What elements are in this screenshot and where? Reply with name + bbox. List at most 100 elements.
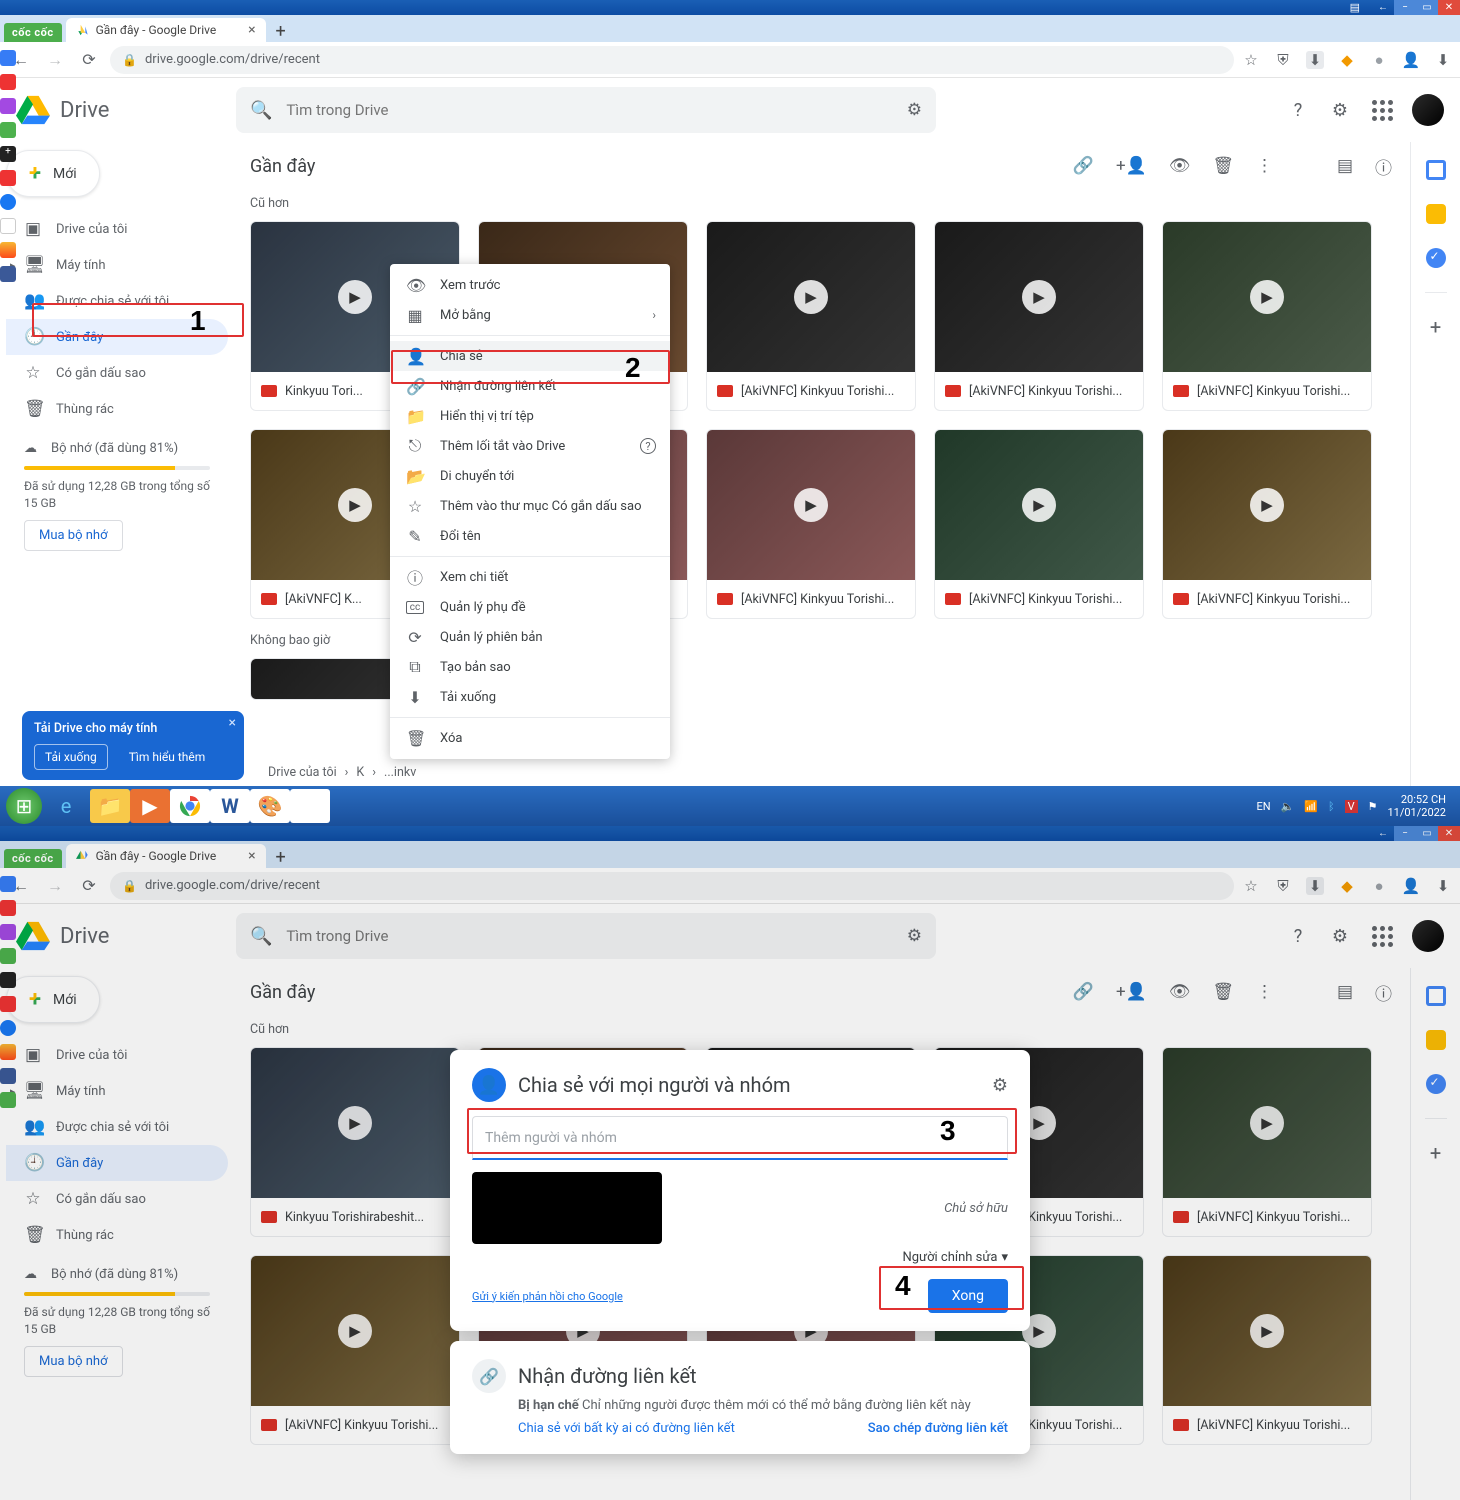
apps-icon[interactable] <box>1370 924 1394 948</box>
share-person-icon[interactable]: +👤 <box>1116 156 1147 176</box>
more-vert-icon[interactable]: ⋮ <box>1256 982 1273 1002</box>
file-card[interactable]: ▶[AkiVNFC] Kinkyuu Torishi... <box>934 221 1144 411</box>
ctx-openwith[interactable]: ▦Mở bằng› <box>390 300 670 330</box>
diamond-icon[interactable]: ◆ <box>1338 877 1356 895</box>
buy-storage-button[interactable]: Mua bộ nhớ <box>24 1346 123 1377</box>
tray-net-icon[interactable]: 📶 <box>1304 800 1318 813</box>
shortcut-icon[interactable] <box>0 218 16 234</box>
settings-gear-icon[interactable]: ⚙ <box>1328 98 1352 122</box>
shortcut-plus-icon[interactable]: + <box>0 146 16 162</box>
ctx-versions[interactable]: ⟳Quản lý phiên bản <box>390 622 670 652</box>
tray-lang[interactable]: EN <box>1256 800 1270 813</box>
file-card[interactable]: ▶Kinkyuu Torishirabeshit... <box>250 1047 460 1237</box>
ext-icon[interactable]: ● <box>1370 877 1388 895</box>
ext-icon[interactable]: ● <box>1370 51 1388 69</box>
search-input[interactable] <box>286 101 892 119</box>
ctx-details[interactable]: ⓘXem chi tiết <box>390 562 670 592</box>
file-card[interactable]: ▶[AkiVNFC] Kinkyuu Torishi... <box>706 221 916 411</box>
buy-storage-button[interactable]: Mua bộ nhớ <box>24 520 123 551</box>
forward-button[interactable]: → <box>42 47 68 73</box>
shield-icon[interactable]: ⛨ <box>1274 877 1292 895</box>
maximize-button[interactable]: ▭ <box>1416 0 1438 15</box>
sidebar-item-trash[interactable]: 🗑Thùng rác <box>6 1217 228 1253</box>
file-card[interactable]: ▶[AkiVNFC] Kinkyuu Torishi... <box>1162 429 1372 619</box>
sidebar-item-starred[interactable]: ☆Có gắn dấu sao <box>6 355 228 391</box>
reload-button[interactable]: ⟳ <box>76 873 102 899</box>
browser-tab-active[interactable]: Gần đây - Google Drive × <box>66 18 266 42</box>
url-field[interactable]: 🔒 drive.google.com/drive/recent <box>110 872 1234 900</box>
keep-icon[interactable] <box>1426 204 1446 224</box>
preview-eye-icon[interactable]: 👁 <box>1169 982 1191 1002</box>
maximize-button[interactable]: ▭ <box>1416 826 1438 841</box>
promo-learn-button[interactable]: Tìm hiểu thêm <box>118 744 217 770</box>
search-options-icon[interactable]: ⚙ <box>907 926 922 946</box>
preview-eye-icon[interactable]: 👁 <box>1169 156 1191 176</box>
download-tray-icon[interactable]: ⬇ <box>1306 877 1324 895</box>
calendar-icon[interactable] <box>1426 986 1446 1006</box>
view-list-icon[interactable]: ▤ <box>1337 982 1353 1002</box>
sidebar-item-mydrive[interactable]: ▸▣Drive của tôi <box>6 211 228 247</box>
more-vert-icon[interactable]: ⋮ <box>1256 156 1273 176</box>
profile-icon[interactable]: 👤 <box>1402 51 1420 69</box>
delete-icon[interactable]: 🗑 <box>1212 156 1234 176</box>
taskbar-chrome-icon[interactable] <box>170 789 210 823</box>
promo-close-icon[interactable]: × <box>229 715 236 731</box>
change-link-button[interactable]: Chia sẻ với bất kỳ ai có đường liên kết <box>518 1421 735 1436</box>
url-field[interactable]: 🔒 drive.google.com/drive/recent <box>110 46 1234 74</box>
tray-flag-icon[interactable]: ⚑ <box>1368 800 1378 813</box>
tasks-icon[interactable] <box>1426 248 1446 268</box>
sidebar-item-recent[interactable]: 🕘Gần đây <box>6 1145 228 1181</box>
taskbar-ie-icon[interactable]: e <box>42 789 90 823</box>
settings-gear-icon[interactable]: ⚙ <box>1328 924 1352 948</box>
tray-sound-icon[interactable]: 🔈 <box>1281 800 1295 813</box>
shortcut-icon[interactable] <box>0 122 16 138</box>
tray-v-icon[interactable]: V <box>1345 800 1358 813</box>
tray-bt-icon[interactable]: ᛒ <box>1328 800 1335 813</box>
taskbar-app-icon[interactable]: 🎨 <box>250 789 290 823</box>
shortcut-icon[interactable] <box>0 242 16 258</box>
ctx-addshortcut[interactable]: ⎋Thêm lối tắt vào Drive? <box>390 431 670 461</box>
arrow-icon[interactable]: ← <box>1372 0 1394 15</box>
addons-plus-icon[interactable]: + <box>1426 1143 1446 1163</box>
sidebar-item-trash[interactable]: 🗑Thùng rác <box>6 391 228 427</box>
drive-logo[interactable]: Drive <box>16 921 226 951</box>
tab-close-icon[interactable]: × <box>248 22 255 38</box>
drive-logo[interactable]: Drive <box>16 95 226 125</box>
new-tab-button[interactable]: + <box>270 846 292 868</box>
ctx-preview[interactable]: 👁Xem trước <box>390 270 670 300</box>
minimize-button[interactable]: − <box>1394 826 1416 841</box>
crumb[interactable]: ...inkv <box>384 765 416 780</box>
apps-icon[interactable] <box>1370 98 1394 122</box>
diamond-icon[interactable]: ◆ <box>1338 51 1356 69</box>
editor-role-dropdown[interactable]: Người chỉnh sửa▾ <box>472 1250 1008 1265</box>
share-settings-icon[interactable]: ⚙ <box>992 1075 1008 1096</box>
taskbar-word-icon[interactable]: W <box>210 789 250 823</box>
keep-icon[interactable] <box>1426 1030 1446 1050</box>
share-person-icon[interactable]: +👤 <box>1116 982 1147 1002</box>
taskbar-paint-icon[interactable]: 🖌 <box>290 789 330 823</box>
savefile-icon[interactable]: ⬇ <box>1434 877 1452 895</box>
search-box[interactable]: 🔍 ⚙ <box>236 913 936 959</box>
file-card[interactable]: ▶[AkiVNFC] Kinkyuu Torishi... <box>1162 1047 1372 1237</box>
details-icon[interactable]: ⓘ <box>1375 154 1392 179</box>
shortcut-icon[interactable] <box>0 98 16 114</box>
file-card[interactable]: ▶[AkiVNFC] Kinkyuu Torishi... <box>1162 1255 1372 1445</box>
sidebar-item-mydrive[interactable]: ▸▣Drive của tôi <box>6 1037 228 1073</box>
new-tab-button[interactable]: + <box>270 20 292 42</box>
shortcut-icon[interactable] <box>0 74 16 90</box>
ctx-makecopy[interactable]: ⧉Tạo bản sao <box>390 652 670 682</box>
ctx-moveto[interactable]: 📂Di chuyển tới <box>390 461 670 491</box>
browser-tab-active[interactable]: Gần đây - Google Drive × <box>66 844 266 868</box>
star-icon[interactable]: ☆ <box>1242 877 1260 895</box>
help-icon[interactable]: ? <box>1286 924 1310 948</box>
taskbar-explorer-icon[interactable]: 📁 <box>90 789 130 823</box>
shortcut-icon[interactable] <box>0 194 16 210</box>
tasks-icon[interactable] <box>1426 1074 1446 1094</box>
close-window-button[interactable]: ✕ <box>1438 826 1460 841</box>
shortcut-icon[interactable] <box>0 266 16 282</box>
ctx-showloc[interactable]: 📁Hiển thị vị trí tệp <box>390 401 670 431</box>
tab-close-icon[interactable]: × <box>248 848 255 864</box>
help-icon[interactable]: ? <box>1286 98 1310 122</box>
link-icon[interactable]: 🔗 <box>1073 982 1094 1002</box>
account-avatar[interactable] <box>1412 94 1444 126</box>
